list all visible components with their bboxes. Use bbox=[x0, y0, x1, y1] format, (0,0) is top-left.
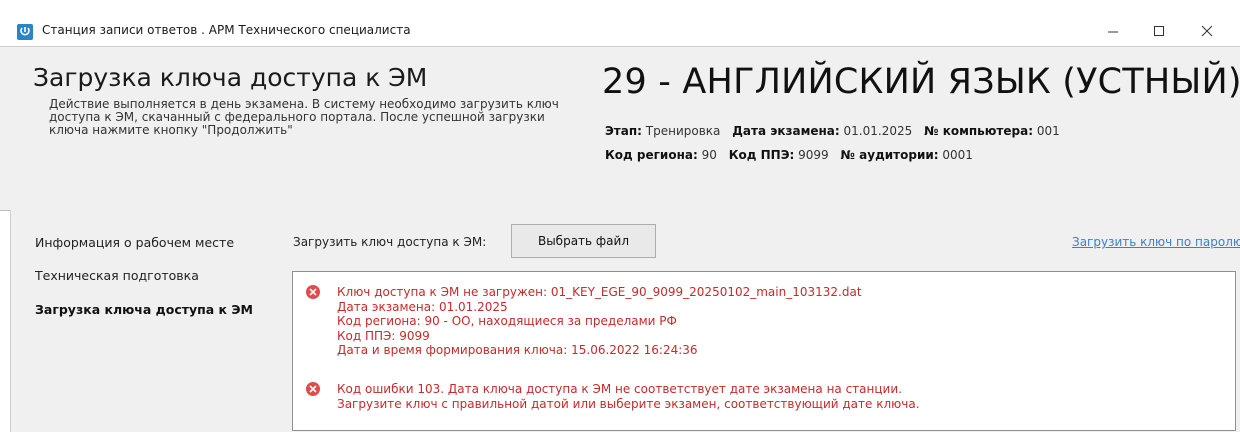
stage-value: Тренировка bbox=[645, 124, 721, 138]
sidebar-item-key-loading[interactable]: Загрузка ключа доступа к ЭМ bbox=[35, 302, 253, 317]
title-bar[interactable]: Станция записи ответов . АРМ Техническог… bbox=[0, 12, 1240, 46]
error-icon bbox=[306, 285, 320, 299]
error-line: Код ППЭ: 9099 bbox=[337, 328, 430, 343]
load-key-label: Загрузить ключ доступа к ЭМ: bbox=[293, 235, 487, 249]
ppe-code-label: Код ППЭ: bbox=[728, 148, 795, 162]
exam-header: Загрузка ключа доступа к ЭМ Действие вып… bbox=[0, 46, 1240, 211]
main-panel: Загрузить ключ доступа к ЭМ: Выбрать фай… bbox=[277, 210, 1240, 432]
error-entry-key-not-loaded: Ключ доступа к ЭМ не загружен: 01_KEY_EG… bbox=[337, 285, 862, 358]
error-line: Дата и время формирования ключа: 15.06.2… bbox=[337, 343, 698, 357]
maximize-icon bbox=[1154, 26, 1164, 36]
window-title: Станция записи ответов . АРМ Техническог… bbox=[42, 23, 411, 37]
app-icon bbox=[17, 24, 33, 40]
error-line: Дата экзамена: 01.01.2025 bbox=[337, 299, 508, 314]
room-number-value: 0001 bbox=[942, 148, 973, 162]
computer-number-label: № компьютера: bbox=[924, 124, 1034, 138]
choose-file-button[interactable]: Выбрать файл bbox=[511, 224, 656, 258]
load-by-password-link[interactable]: Загрузить ключ по паролю bbox=[1072, 235, 1240, 249]
error-entry-code-103: Код ошибки 103. Дата ключа доступа к ЭМ … bbox=[337, 382, 920, 411]
minimize-button[interactable] bbox=[1090, 16, 1136, 46]
stage-label: Этап: bbox=[605, 124, 642, 138]
error-line: Код ошибки 103. Дата ключа доступа к ЭМ … bbox=[337, 382, 902, 396]
region-code-label: Код региона: bbox=[605, 148, 698, 162]
error-log: Ключ доступа к ЭМ не загружен: 01_KEY_EG… bbox=[292, 271, 1236, 431]
exam-subject: 29 - АНГЛИЙСКИЙ ЯЗЫК (УСТНЫЙ) bbox=[602, 62, 1240, 102]
close-icon bbox=[1201, 25, 1213, 37]
maximize-button[interactable] bbox=[1136, 16, 1182, 46]
top-edge bbox=[0, 0, 1240, 12]
error-icon bbox=[306, 382, 320, 396]
page-title: Загрузка ключа доступа к ЭМ bbox=[33, 63, 428, 92]
sidebar-item-workplace-info[interactable]: Информация о рабочем месте bbox=[35, 235, 234, 250]
page-description: Действие выполняется в день экзамена. В … bbox=[49, 97, 559, 137]
error-line: Ключ доступа к ЭМ не загружен: 01_KEY_EG… bbox=[337, 285, 862, 299]
error-line: Код региона: 90 - ОО, находящиеся за пре… bbox=[337, 314, 677, 328]
room-number-label: № аудитории: bbox=[840, 148, 939, 162]
computer-number-value: 001 bbox=[1036, 124, 1060, 138]
ppe-code-value: 9099 bbox=[798, 148, 829, 162]
close-button[interactable] bbox=[1184, 16, 1230, 46]
region-code-value: 90 bbox=[701, 148, 717, 162]
sidebar: Информация о рабочем месте Техническая п… bbox=[10, 210, 278, 432]
exam-meta-row-2: Код региона: 90 Код ППЭ: 9099 № аудитори… bbox=[605, 148, 981, 162]
exam-date-label: Дата экзамена: bbox=[732, 124, 840, 138]
exam-date-value: 01.01.2025 bbox=[843, 124, 913, 138]
sidebar-item-technical-preparation[interactable]: Техническая подготовка bbox=[35, 268, 199, 283]
error-line: Загрузите ключ с правильной датой или вы… bbox=[337, 396, 920, 411]
minimize-icon bbox=[1108, 31, 1118, 33]
exam-meta-row-1: Этап: Тренировка Дата экзамена: 01.01.20… bbox=[605, 124, 1068, 138]
